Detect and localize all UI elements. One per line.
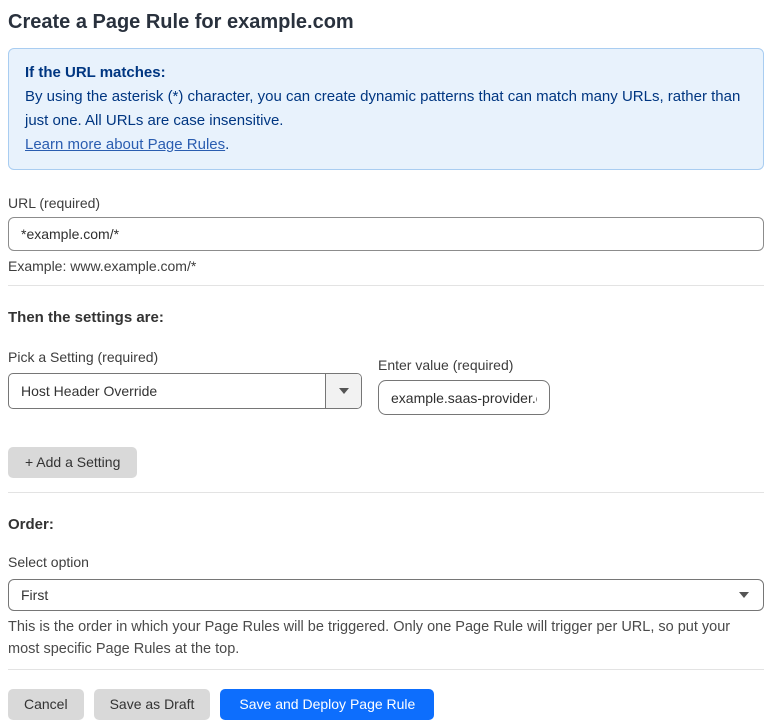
pick-setting-label: Pick a Setting (required) [8,349,159,365]
order-helper-text: This is the order in which your Page Rul… [8,619,731,657]
order-select[interactable]: First [8,579,764,611]
divider [8,492,764,493]
add-setting-button[interactable]: + Add a Setting [8,447,138,478]
page-title: Create a Page Rule for example.com [8,11,354,33]
settings-section-heading: Then the settings are: [8,309,164,326]
info-box-body: By using the asterisk (*) character, you… [25,88,741,129]
save-as-draft-button[interactable]: Save as Draft [93,689,211,720]
divider [8,285,764,286]
url-example-text: Example: www.example.com/* [8,258,197,274]
page-rule-form: Create a Page Rule for example.com If th… [0,9,772,720]
enter-value-label: Enter value (required) [378,357,514,373]
link-period: . [225,136,230,153]
url-match-info-box: If the URL matches: By using the asteris… [8,48,764,170]
order-select-value: First [21,587,49,603]
pick-setting-column: Pick a Setting (required) Host Header Ov… [8,349,362,409]
cancel-button[interactable]: Cancel [8,689,84,720]
pick-setting-dropdown[interactable]: Host Header Override [8,373,362,409]
caret-down-icon [338,388,349,394]
info-box-heading: If the URL matches: [25,64,166,81]
save-and-deploy-button[interactable]: Save and Deploy Page Rule [220,689,435,720]
footer-button-row: Cancel Save as Draft Save and Deploy Pag… [8,689,764,720]
order-section-heading: Order: [8,516,54,533]
divider [8,669,764,670]
order-select-label: Select option [8,554,89,570]
url-field-label: URL (required) [8,195,101,211]
dropdown-arrow-segment[interactable] [325,374,361,408]
pick-setting-dropdown-value: Host Header Override [21,383,158,399]
caret-down-icon [739,592,749,598]
info-box-link-line: Learn more about Page Rules. [25,133,747,157]
url-input[interactable] [8,217,764,251]
enter-value-column: Enter value (required) [378,357,550,415]
learn-more-link[interactable]: Learn more about Page Rules [25,136,225,153]
setting-row: Pick a Setting (required) Host Header Ov… [8,349,764,415]
setting-value-input[interactable] [378,380,550,415]
